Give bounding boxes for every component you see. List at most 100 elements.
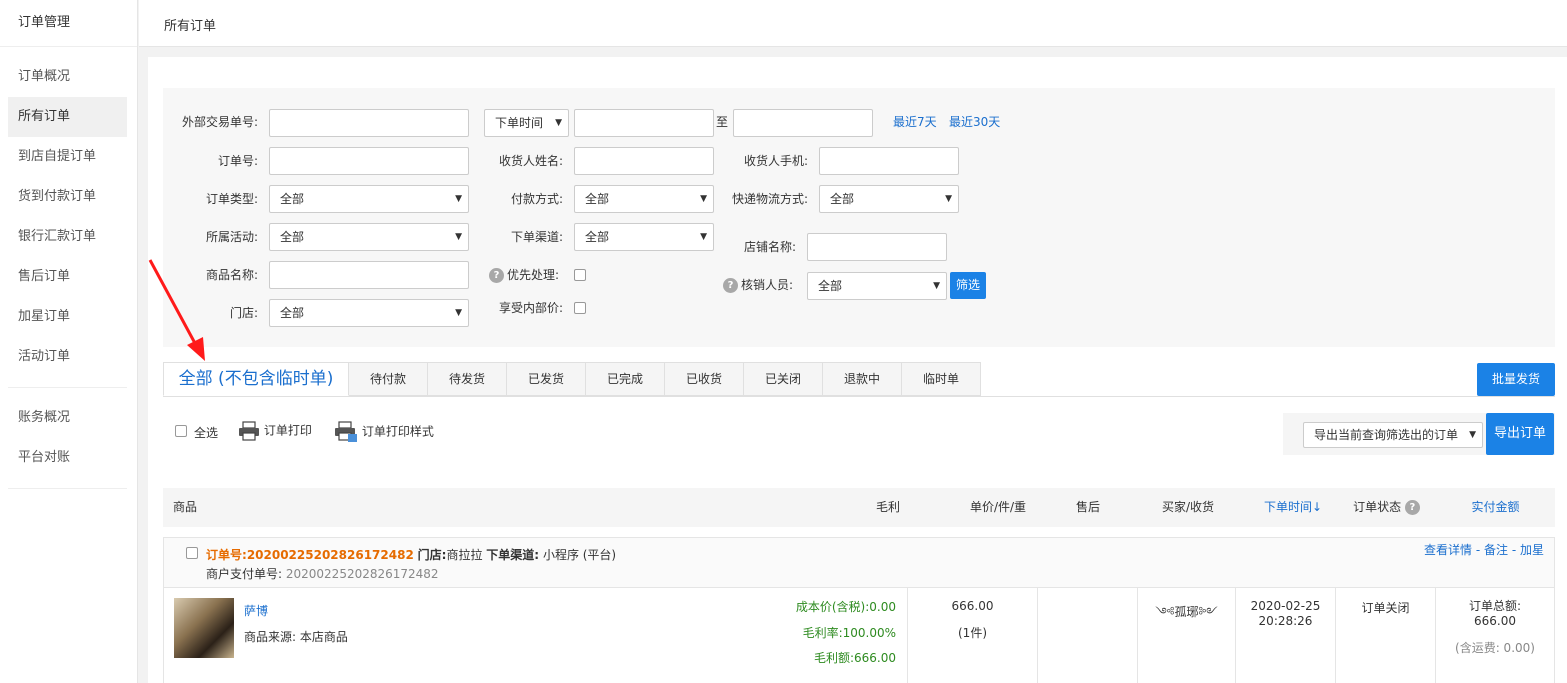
filter-button[interactable]: 筛选	[950, 272, 986, 299]
table-header: 商品 毛利 单价/件/重 售后 买家/收货 下单时间↓ 订单状态 ? 实付金额	[163, 488, 1555, 527]
order-type-value: 全部	[280, 192, 305, 206]
tab-all[interactable]: 全部 (不包含临时单)	[163, 362, 349, 396]
order-type-select[interactable]: 全部 ▼	[269, 185, 469, 213]
status-cell: 订单关闭	[1335, 588, 1435, 683]
help-icon[interactable]: ?	[723, 278, 738, 293]
product-thumbnail[interactable]	[174, 598, 234, 658]
profit-amount: 毛利额:666.00	[813, 651, 896, 665]
channel-label: 下单渠道:	[510, 230, 563, 244]
sidebar-item-overview[interactable]: 订单概况	[8, 57, 127, 97]
note-link[interactable]: 备注	[1484, 543, 1508, 557]
priority-text: 优先处理:	[507, 268, 560, 282]
col-paid-amount[interactable]: 实付金额	[1463, 488, 1528, 527]
tab-pending-shipment[interactable]: 待发货	[428, 362, 507, 396]
buyer-name[interactable]: ༺孤琊༻	[1138, 599, 1235, 633]
order-date: 2020-02-25	[1250, 599, 1321, 613]
sidebar-divider	[8, 387, 127, 388]
tab-closed[interactable]: 已关闭	[744, 362, 823, 396]
last-7-days-link[interactable]: 最近7天	[893, 108, 937, 136]
pay-method-select[interactable]: 全部 ▼	[574, 185, 714, 213]
order-channel-label: 下单渠道:	[486, 548, 540, 562]
red-arrow-annotation	[148, 259, 205, 361]
order-store-label: 门店:	[417, 548, 447, 562]
unit-price: 666.00	[951, 599, 994, 613]
sidebar-item-reconcile[interactable]: 平台对账	[8, 438, 127, 478]
shop-name-label: 店铺名称:	[743, 240, 796, 254]
separator: -	[1472, 543, 1484, 557]
print-style-button[interactable]: 订单打印样式	[334, 421, 434, 443]
internal-price-checkbox[interactable]	[574, 302, 586, 314]
tab-pending-payment[interactable]: 待付款	[349, 362, 428, 396]
chevron-down-icon: ▼	[700, 194, 707, 204]
order-row: 订单号:20200225202826172482 门店:商拉拉 下单渠道: 小程…	[163, 537, 1555, 683]
pay-method-label: 付款方式:	[510, 192, 563, 206]
last-30-days-link[interactable]: 最近30天	[949, 108, 1000, 136]
select-all-checkbox[interactable]	[175, 425, 187, 437]
col-profit: 毛利	[875, 500, 900, 514]
order-no-label: 订单号:	[217, 154, 258, 168]
order-checkbox[interactable]	[186, 547, 198, 559]
sidebar-item-after-sale[interactable]: 售后订单	[8, 257, 127, 297]
order-info-line: 订单号:20200225202826172482 门店:商拉拉 下单渠道: 小程…	[206, 548, 616, 562]
print-style-label: 订单打印样式	[361, 424, 434, 439]
start-date-input[interactable]	[574, 109, 714, 137]
star-link[interactable]: 加星	[1520, 543, 1544, 557]
batch-ship-button[interactable]: 批量发货	[1477, 363, 1555, 396]
view-detail-link[interactable]: 查看详情	[1424, 543, 1472, 557]
product-name-link[interactable]: 萨博	[244, 602, 268, 619]
express-value: 全部	[830, 192, 855, 206]
printer-icon	[239, 421, 259, 441]
verifier-label: ? 核销人员:	[723, 271, 796, 299]
col-after-sale: 售后	[1075, 500, 1100, 514]
quantity: (1件)	[958, 626, 987, 640]
sidebar-item-all-orders[interactable]: 所有订单	[8, 97, 127, 137]
tab-received[interactable]: 已收货	[665, 362, 744, 396]
export-option-value: 导出当前查询筛选出的订单	[1314, 428, 1459, 442]
external-trade-no-input[interactable]	[269, 109, 469, 137]
col-order-time-sort[interactable]: 下单时间↓	[1253, 488, 1333, 527]
activity-select[interactable]: 全部 ▼	[269, 223, 469, 251]
print-button[interactable]: 订单打印	[238, 421, 312, 441]
channel-select[interactable]: 全部 ▼	[574, 223, 714, 251]
tab-refunding[interactable]: 退款中	[823, 362, 902, 396]
sidebar-item-starred[interactable]: 加星订单	[8, 297, 127, 337]
tab-temporary[interactable]: 临时单	[902, 362, 981, 396]
priority-label: ? 优先处理:	[489, 261, 569, 289]
col-status: 订单状态 ?	[1343, 488, 1433, 527]
receiver-name-input[interactable]	[574, 147, 714, 175]
priority-checkbox[interactable]	[574, 269, 586, 281]
order-no-input[interactable]	[269, 147, 469, 175]
end-date-input[interactable]	[733, 109, 873, 137]
export-orders-button[interactable]: 导出订单	[1486, 413, 1554, 455]
help-icon[interactable]: ?	[1404, 500, 1420, 515]
sidebar-item-bank-transfer[interactable]: 银行汇款订单	[8, 217, 127, 257]
tab-shipped[interactable]: 已发货	[507, 362, 586, 396]
filter-panel: 外部交易单号: 下单时间 ▼ 至 最近7天 最近30天 订单号: 收货人姓名: 收…	[163, 88, 1555, 347]
time-type-value: 下单时间	[495, 116, 544, 130]
help-icon[interactable]: ?	[489, 268, 504, 283]
product-name-input[interactable]	[269, 261, 469, 289]
store-select[interactable]: 全部 ▼	[269, 299, 469, 327]
verifier-select[interactable]: 全部 ▼	[807, 272, 947, 300]
shop-name-input[interactable]	[807, 233, 947, 261]
sidebar-item-finance[interactable]: 账务概况	[8, 398, 127, 438]
order-time: 20:28:26	[1258, 614, 1313, 628]
sidebar-item-cod[interactable]: 货到付款订单	[8, 177, 127, 217]
paid-cell: 订单总额: 666.00 (含运费: 0.00)	[1435, 588, 1554, 683]
time-type-select[interactable]: 下单时间 ▼	[484, 109, 569, 137]
store-value: 全部	[280, 306, 305, 320]
tab-completed[interactable]: 已完成	[586, 362, 665, 396]
time-cell: 2020-02-25 20:28:26	[1235, 588, 1335, 683]
express-select[interactable]: 全部 ▼	[819, 185, 959, 213]
export-option-select[interactable]: 导出当前查询筛选出的订单 ▼	[1303, 422, 1483, 448]
sidebar-item-activity[interactable]: 活动订单	[8, 337, 127, 377]
chevron-down-icon: ▼	[455, 194, 462, 204]
order-status: 订单关闭	[1361, 601, 1410, 615]
chevron-down-icon: ▼	[555, 118, 562, 128]
receiver-phone-input[interactable]	[819, 147, 959, 175]
sidebar-divider	[8, 488, 127, 489]
verifier-value: 全部	[818, 279, 843, 293]
col-price: 单价/件/重	[969, 500, 1027, 514]
activity-value: 全部	[280, 230, 305, 244]
sidebar-item-pickup[interactable]: 到店自提订单	[8, 137, 127, 177]
